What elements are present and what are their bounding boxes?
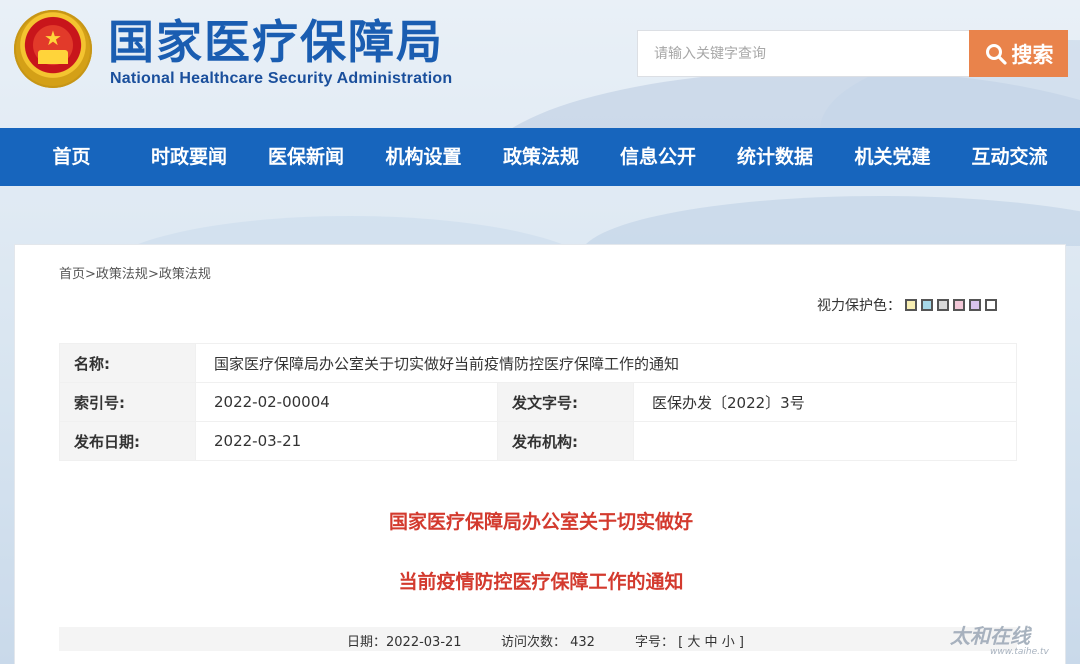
index-value: 2022-02-00004: [195, 382, 498, 422]
vision-protection-colors: 视力保护色：: [817, 295, 997, 315]
site-header: ★ 国家医疗保障局 National Healthcare Security A…: [0, 0, 1080, 128]
font-size-medium-button[interactable]: 中: [705, 635, 718, 650]
nav-item-info-disclosure[interactable]: 信息公开: [612, 128, 704, 186]
swatch-gray[interactable]: [937, 299, 949, 311]
national-emblem-icon[interactable]: ★: [14, 10, 92, 88]
breadcrumb: 首页>政策法规>政策法规: [59, 263, 211, 282]
search-button-label: 搜索: [1011, 42, 1054, 67]
nav-item-interaction[interactable]: 互动交流: [939, 128, 1080, 186]
index-label: 索引号:: [59, 382, 196, 422]
nav-item-healthcare-news[interactable]: 医保新闻: [235, 128, 377, 186]
font-size-label: 字号：: [635, 635, 675, 650]
name-value: 国家医疗保障局办公室关于切实做好当前疫情防控医疗保障工作的通知: [195, 343, 1017, 383]
document-title-line1: 国家医疗保障局办公室关于切实做好: [388, 511, 693, 533]
swatch-blue[interactable]: [921, 299, 933, 311]
background-mountains: [0, 186, 1080, 246]
org-label: 发布机构:: [497, 421, 634, 461]
swatch-purple[interactable]: [969, 299, 981, 311]
breadcrumb-separator: >: [147, 267, 159, 282]
font-size-control: 字号： [ 大 中 小 ]: [635, 631, 744, 650]
breadcrumb-home[interactable]: 首页: [59, 267, 85, 282]
document-meta-bar: 日期：2022-03-21 访问次数： 432 字号： [ 大 中 小 ]: [59, 627, 1017, 651]
content-panel: 首页>政策法规>政策法规 视力保护色： 名称: 国家医疗保障局办公室关于切实做好…: [14, 244, 1066, 664]
swatch-yellow[interactable]: [905, 299, 917, 311]
docno-value: 医保办发〔2022〕3号: [633, 382, 1017, 422]
vision-label: 视力保护色：: [817, 298, 901, 314]
breadcrumb-current[interactable]: 政策法规: [159, 267, 211, 282]
watermark-url: www.taihe.tv: [990, 647, 1049, 657]
font-size-bracket: [: [678, 635, 684, 650]
site-title-cn[interactable]: 国家医疗保障局: [108, 14, 444, 70]
nav-item-policies[interactable]: 政策法规: [470, 128, 612, 186]
table-row: 发布日期: 2022-03-21 发布机构:: [59, 421, 1017, 461]
font-size-bracket: ]: [738, 635, 744, 650]
nav-item-party-building[interactable]: 机关党建: [846, 128, 939, 186]
watermark-text: 太和在线: [950, 624, 1030, 648]
search-input[interactable]: [637, 30, 970, 77]
swatch-white[interactable]: [985, 299, 997, 311]
document-title-line2: 当前疫情防控医疗保障工作的通知: [398, 571, 684, 593]
name-label: 名称:: [59, 343, 196, 383]
breadcrumb-policies[interactable]: 政策法规: [96, 267, 148, 282]
main-nav: 首页 时政要闻 医保新闻 机构设置 政策法规 信息公开 统计数据 机关党建 互动…: [0, 128, 1080, 186]
docno-label: 发文字号:: [497, 382, 634, 422]
search-button[interactable]: 搜索: [969, 30, 1068, 77]
document-info-table: 名称: 国家医疗保障局办公室关于切实做好当前疫情防控医疗保障工作的通知 索引号:…: [59, 343, 1017, 461]
table-row: 索引号: 2022-02-00004 发文字号: 医保办发〔2022〕3号: [59, 382, 1017, 422]
font-size-large-button[interactable]: 大: [687, 635, 700, 650]
date-value: 2022-03-21: [195, 421, 498, 461]
font-size-small-button[interactable]: 小: [722, 635, 735, 650]
nav-item-statistics[interactable]: 统计数据: [704, 128, 846, 186]
visit-count: 访问次数： 432: [501, 635, 595, 650]
nav-item-home[interactable]: 首页: [0, 128, 143, 186]
nav-item-politics-news[interactable]: 时政要闻: [143, 128, 235, 186]
date-label: 发布日期:: [59, 421, 196, 461]
nav-item-organization[interactable]: 机构设置: [377, 128, 470, 186]
swatch-pink[interactable]: [953, 299, 965, 311]
site-title-en[interactable]: National Healthcare Security Administrat…: [110, 70, 452, 88]
breadcrumb-separator: >: [85, 267, 96, 282]
org-value: [633, 421, 1017, 461]
publish-date: 日期：2022-03-21: [347, 635, 462, 650]
table-row: 名称: 国家医疗保障局办公室关于切实做好当前疫情防控医疗保障工作的通知: [59, 343, 1017, 383]
search-icon: [985, 43, 1007, 65]
watermark-logo: 太和在线 www.taihe.tv: [950, 620, 1049, 657]
